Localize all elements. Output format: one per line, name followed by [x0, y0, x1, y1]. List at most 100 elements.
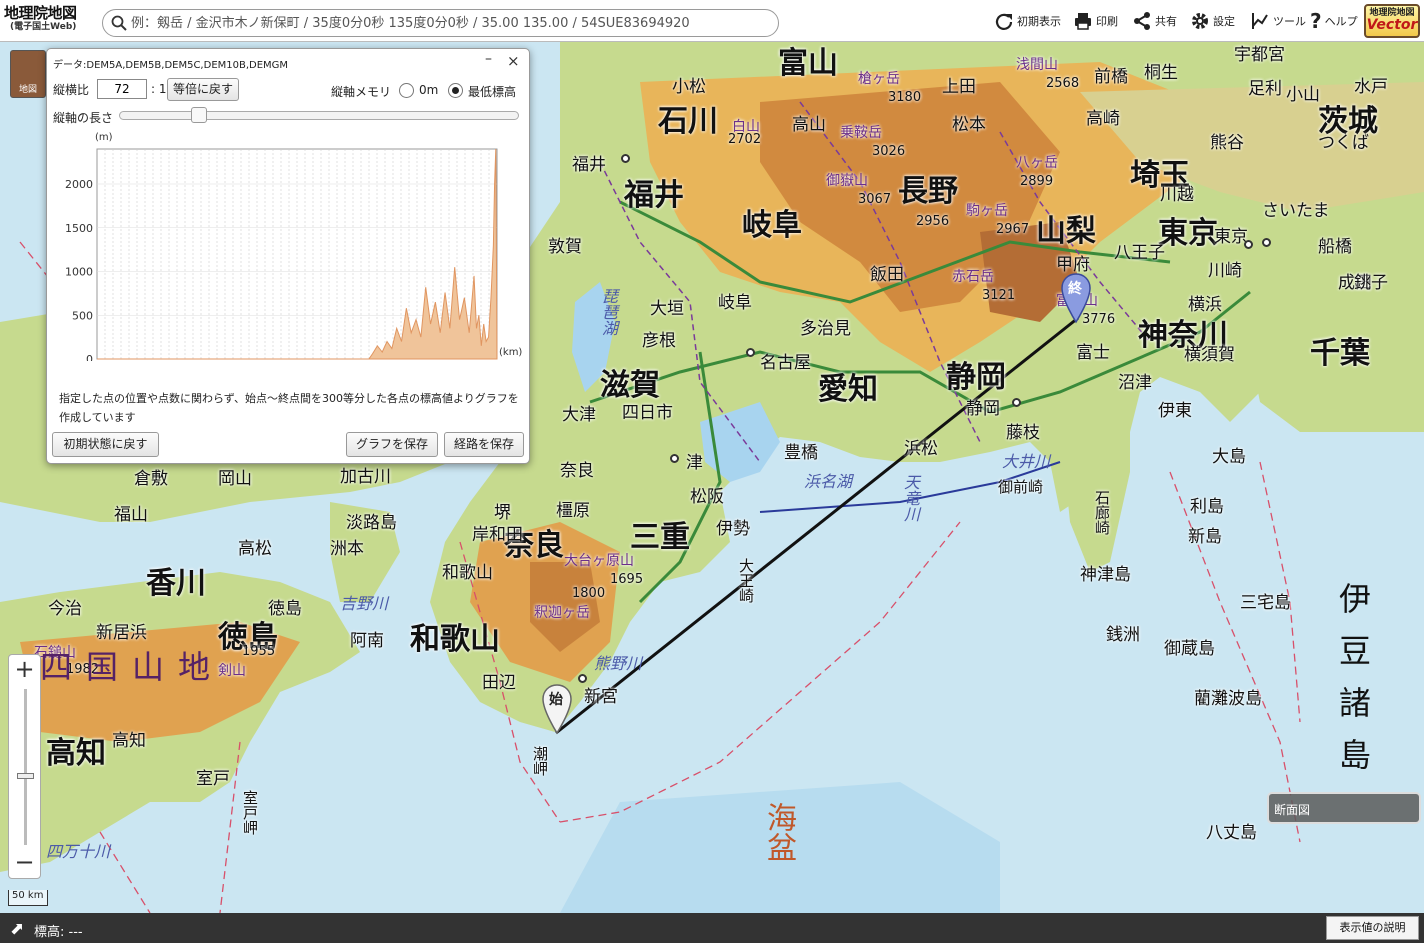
zoom-in-button[interactable]: +	[9, 655, 40, 685]
map-label-toyama: 富山	[778, 46, 838, 81]
map-city: 高崎	[1086, 109, 1120, 129]
map-city: 小山	[1286, 85, 1320, 105]
map-island: 利島	[1190, 497, 1224, 517]
station-marker	[1262, 238, 1271, 247]
map-city: 東京	[1214, 227, 1248, 247]
map-mountain: 八ヶ岳	[1016, 155, 1058, 171]
elevation-profile-chart: 0500100015002000 02754811081351621892162…	[65, 132, 522, 361]
help-button[interactable]: ? ヘルプ	[1310, 8, 1358, 34]
axis-length-slider[interactable]	[119, 111, 519, 120]
end-marker[interactable]: 終	[1060, 272, 1092, 327]
site-logo[interactable]: 地理院地図 (電子国土Web)	[4, 6, 96, 32]
map-city: 上田	[942, 77, 976, 97]
map-cape: 室戸岬	[241, 790, 259, 835]
start-marker-label: 始	[549, 692, 563, 708]
map-elevation: 1695	[610, 572, 644, 587]
save-route-button[interactable]: 経路を保存	[444, 432, 524, 457]
dialog-title: データ:DEM5A,DEM5B,DEM5C,DEM10B,DEMGM	[53, 60, 289, 71]
value-explanation-button[interactable]: 表示値の説明	[1326, 916, 1419, 940]
map-cape: 御前崎	[998, 478, 1044, 496]
map-city: 田辺	[482, 673, 516, 693]
map-city: 阿南	[350, 631, 384, 651]
map-elevation: 3026	[872, 144, 906, 159]
axis-min-radio[interactable]	[448, 83, 463, 98]
reset-profile-button[interactable]: 初期状態に戻す	[52, 432, 159, 457]
map-mountain: 赤石岳	[952, 269, 994, 285]
zoom-out-button[interactable]: −	[9, 848, 40, 878]
equal-scale-button[interactable]: 等倍に戻す	[167, 78, 239, 101]
map-city: 富士	[1076, 343, 1110, 363]
map-island: 大島	[1212, 447, 1246, 467]
map-city: 沼津	[1118, 373, 1152, 393]
expand-arrow-icon[interactable]: ⬈	[10, 919, 24, 939]
tools-button[interactable]: ツール	[1250, 8, 1306, 34]
y-axis-unit: (m)	[95, 132, 113, 143]
reset-view-label: 初期表示	[1017, 15, 1061, 28]
y-tick-label: 1500	[65, 222, 93, 235]
map-lake: 琵琶湖	[599, 288, 618, 336]
vector-map-button[interactable]: 地理院地図 Vector	[1364, 4, 1420, 38]
map-city: 大垣	[650, 299, 684, 319]
station-marker	[670, 454, 679, 463]
map-city: 新居浜	[96, 623, 147, 643]
elevation-readout: 標高: ---	[34, 925, 83, 940]
map-city: 飯田	[870, 265, 904, 285]
settings-button[interactable]: 設定	[1190, 8, 1235, 34]
map-river: 天竜川	[901, 474, 920, 522]
share-button[interactable]: 共有	[1132, 8, 1177, 34]
axis-length-label: 縦軸の長さ	[53, 111, 114, 125]
tools-label: ツール	[1273, 15, 1306, 28]
map-city: 洲本	[330, 539, 364, 559]
map-city: つくば	[1318, 133, 1369, 153]
map-cape: 石廊崎	[1093, 490, 1111, 535]
print-button[interactable]: 印刷	[1073, 8, 1118, 34]
reset-view-button[interactable]: 初期表示	[994, 8, 1061, 34]
axis-zero-radio[interactable]	[399, 83, 414, 98]
map-elevation: 3121	[982, 288, 1016, 303]
map-city: 伊勢	[716, 519, 750, 539]
y-tick-label: 500	[72, 309, 93, 322]
map-city: 横浜	[1188, 295, 1222, 315]
map-city: 多治見	[800, 319, 851, 339]
ratio-input[interactable]	[97, 79, 147, 99]
x-axis-unit: (km)	[499, 347, 522, 358]
layer-switch-label: 地図	[19, 85, 38, 95]
map-label-mie: 三重	[630, 520, 690, 555]
map-city: 川崎	[1208, 261, 1242, 281]
map-city: 高知	[112, 731, 146, 751]
search-icon	[111, 15, 127, 31]
map-label-yamanashi: 山梨	[1036, 214, 1096, 249]
map-city: 川越	[1160, 185, 1194, 205]
zoom-track[interactable]	[24, 689, 27, 845]
map-label-tokyo: 東京	[1158, 216, 1218, 251]
status-bar: ⬈ 標高: --- 表示値の説明	[0, 913, 1424, 943]
zoom-slider-handle[interactable]	[17, 773, 34, 779]
map-city: 津	[686, 453, 703, 473]
start-marker[interactable]: 始	[541, 683, 573, 738]
map-island: 藺灘波島	[1194, 689, 1262, 709]
y-axis-ticks: 0 500 1000 1500 2000	[65, 178, 93, 361]
map-elevation: 3067	[858, 192, 892, 207]
minimize-button[interactable]: –	[485, 51, 492, 67]
map-city: 橿原	[556, 501, 590, 521]
map-city: 大津	[562, 405, 596, 425]
map-city: さいたま	[1262, 201, 1330, 221]
search-box[interactable]	[102, 9, 779, 37]
axis-length-handle[interactable]	[191, 107, 207, 123]
map-label-kochi: 高知	[46, 736, 106, 771]
refresh-icon	[995, 13, 1013, 30]
map-island: 八丈島	[1206, 823, 1257, 843]
axis-scale-label: 縦軸メモリ	[331, 85, 392, 99]
search-input[interactable]	[131, 13, 771, 33]
map-city: 岐阜	[718, 293, 752, 313]
share-label: 共有	[1155, 15, 1177, 28]
map-sea-label: 海盆	[761, 802, 796, 862]
map-city: 伊東	[1158, 401, 1192, 421]
layer-switch-button[interactable]: 地図	[10, 50, 46, 98]
save-graph-button[interactable]: グラフを保存	[346, 432, 438, 457]
map-city: 岸和田	[472, 525, 523, 545]
map-elevation: 1955	[242, 644, 276, 659]
close-button[interactable]: ×	[507, 52, 520, 70]
map-city: 新宮	[584, 687, 618, 707]
profile-panel-tab[interactable]: 断面図	[1267, 792, 1421, 824]
